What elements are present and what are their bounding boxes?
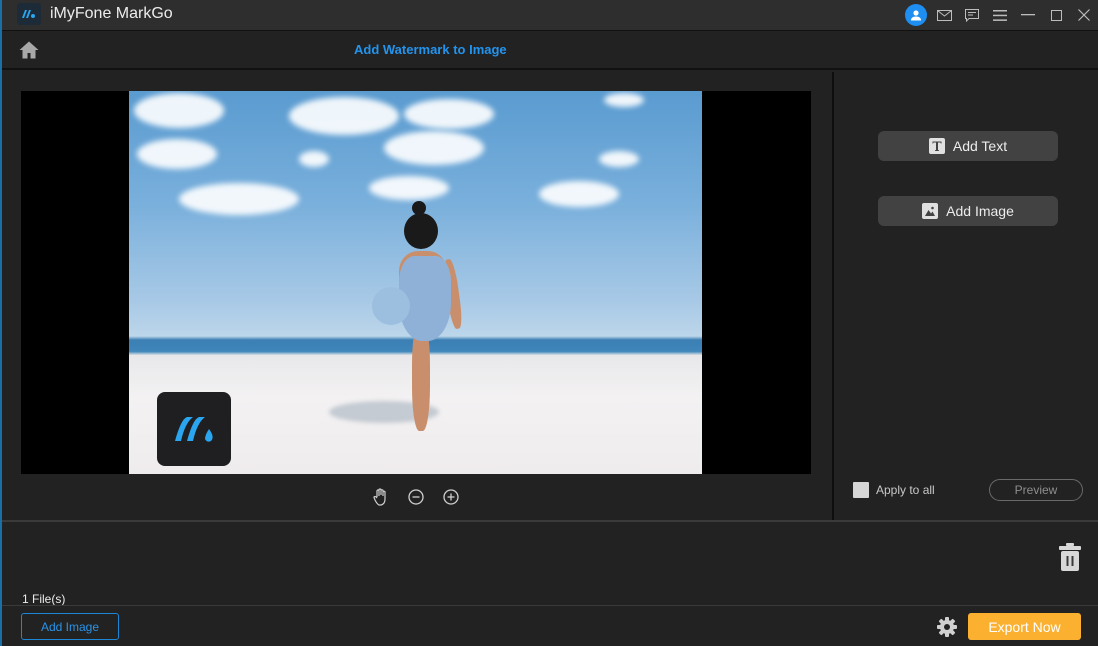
app-title: iMyFone MarkGo: [50, 5, 173, 22]
watermark-panel: Add Text Add Image Apply to all Preview: [832, 72, 1098, 520]
hair: [404, 213, 438, 249]
file-count: 1 File(s): [22, 592, 66, 606]
hair-bun: [412, 201, 426, 215]
app-window: iMyFone MarkGo Add Watermark to Image Ad…: [0, 0, 1098, 646]
menu-icon: [993, 9, 1007, 21]
gear-icon: [937, 617, 957, 637]
close-icon: [1078, 9, 1090, 21]
zoom-in-icon: [443, 489, 459, 505]
add-image-label: Add Image: [946, 203, 1014, 219]
home-icon: [19, 41, 39, 59]
checkbox-box[interactable]: [853, 482, 869, 498]
file-strip: 1 File(s): [2, 520, 1098, 606]
page-header: Add Watermark to Image: [2, 30, 1098, 70]
zoom-out-icon: [408, 489, 424, 505]
cloud: [539, 181, 619, 207]
cloud: [137, 139, 217, 169]
window-controls: [902, 0, 1098, 30]
add-text-button[interactable]: Add Text: [878, 131, 1058, 161]
pan-button[interactable]: [372, 488, 390, 506]
apply-to-all-label: Apply to all: [876, 483, 935, 497]
page-title: Add Watermark to Image: [354, 42, 507, 57]
cloud: [369, 176, 449, 200]
add-image-button[interactable]: Add Image: [21, 613, 119, 640]
image-icon: [922, 203, 939, 219]
feedback-button[interactable]: [958, 0, 986, 30]
cloud: [179, 183, 299, 215]
preview-image[interactable]: [129, 91, 702, 474]
cloud: [404, 99, 494, 129]
cloud: [289, 97, 399, 135]
cloud: [604, 93, 644, 107]
text-icon: [928, 138, 945, 154]
feedback-icon: [965, 8, 979, 22]
image-canvas[interactable]: [21, 91, 811, 474]
menu-button[interactable]: [986, 0, 1014, 30]
cloud: [299, 151, 329, 167]
app-logo-icon: [17, 3, 41, 25]
delete-button[interactable]: [1058, 542, 1082, 572]
preview-button[interactable]: Preview: [989, 479, 1083, 501]
markgo-logo-icon: [175, 417, 213, 442]
add-text-label: Add Text: [952, 138, 1008, 154]
minimize-button[interactable]: [1014, 0, 1042, 30]
watermark-logo[interactable]: [157, 392, 231, 466]
title-bar: iMyFone MarkGo: [2, 0, 1098, 30]
apply-to-all-checkbox[interactable]: Apply to all: [853, 482, 935, 498]
trash-icon: [1059, 543, 1081, 571]
zoom-in-button[interactable]: [442, 488, 460, 506]
ball: [372, 287, 410, 325]
zoom-out-button[interactable]: [407, 488, 425, 506]
mail-button[interactable]: [930, 0, 958, 30]
hand-icon: [373, 488, 386, 506]
canvas-area: [2, 72, 832, 520]
cloud: [134, 93, 224, 128]
cloud: [384, 131, 484, 165]
user-avatar-icon: [905, 4, 927, 26]
maximize-icon: [1050, 9, 1062, 21]
minimize-icon: [1021, 14, 1035, 16]
close-button[interactable]: [1070, 0, 1098, 30]
bottom-bar: Add Image Export Now: [2, 605, 1098, 646]
maximize-button[interactable]: [1042, 0, 1070, 30]
add-image-watermark-button[interactable]: Add Image: [878, 196, 1058, 226]
export-now-button[interactable]: Export Now: [968, 613, 1081, 640]
cloud: [599, 151, 639, 167]
settings-button[interactable]: [936, 616, 958, 638]
zoom-toolbar: [372, 488, 460, 506]
user-account-button[interactable]: [902, 0, 930, 30]
home-button[interactable]: [18, 39, 40, 61]
mail-icon: [936, 9, 952, 21]
